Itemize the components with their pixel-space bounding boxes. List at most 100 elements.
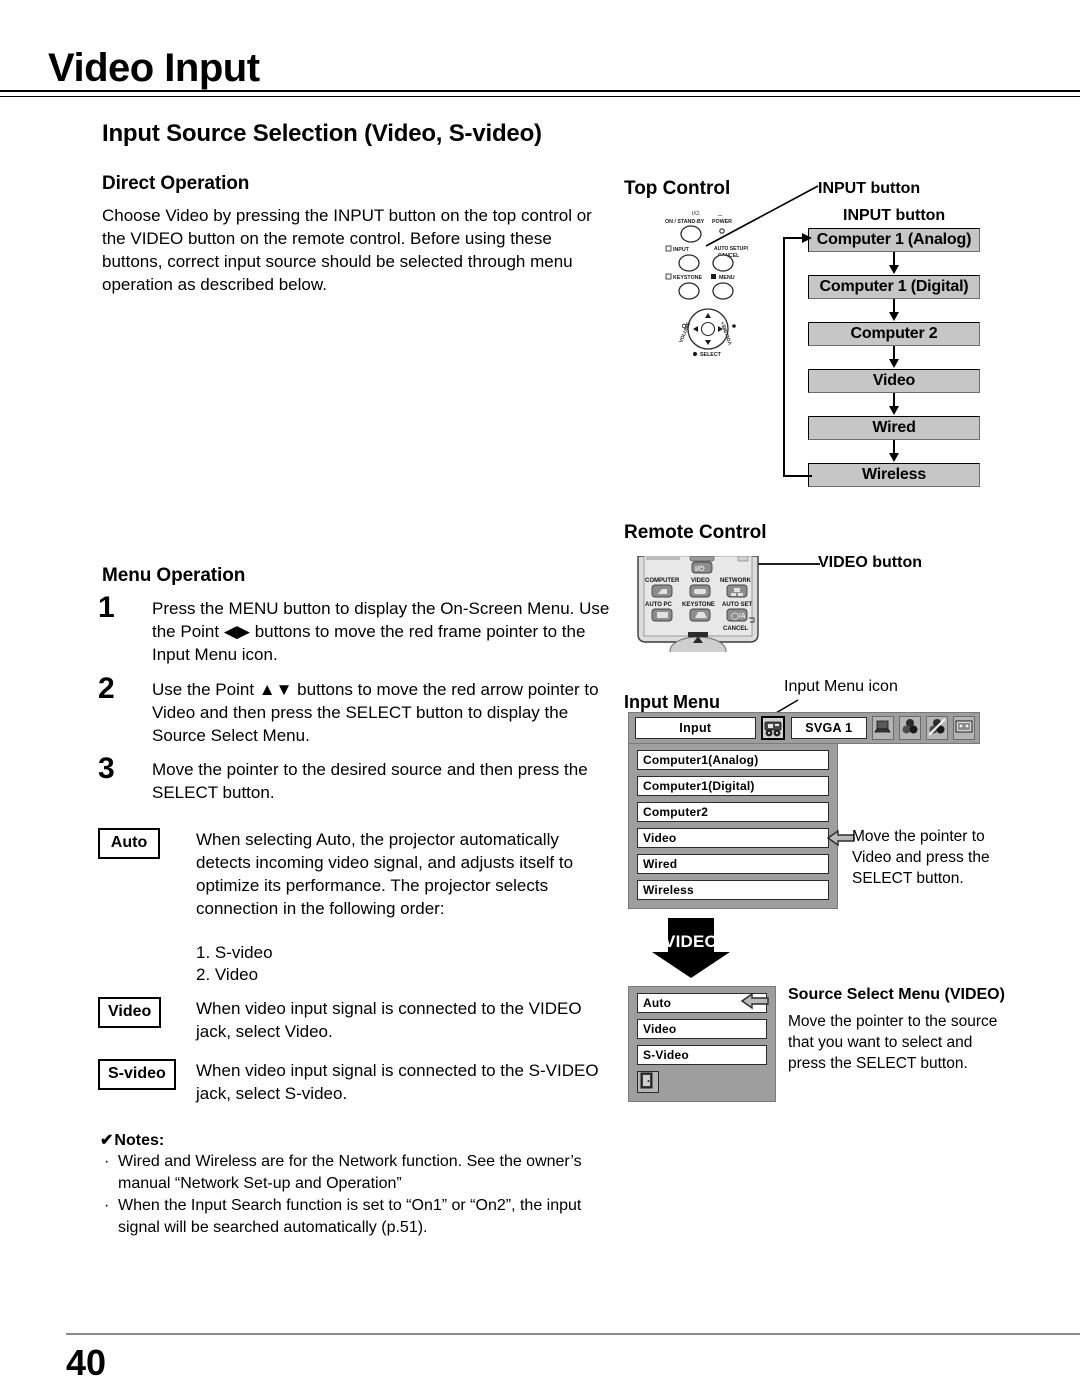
osd-source-item-wired[interactable]: Wired <box>637 854 829 874</box>
menu-operation-heading: Menu Operation <box>102 565 246 586</box>
flow-step-wireless: Wireless <box>808 463 980 487</box>
computer-icon[interactable] <box>872 716 894 740</box>
svg-text:AUTO SET: AUTO SET <box>722 602 753 608</box>
definition-tag-auto: Auto <box>98 828 160 859</box>
header-rule-secondary <box>0 96 1080 97</box>
top-control-svg: I/⏻ _ ON / STAND-BY POWER INPUT AUTO SET… <box>665 209 749 358</box>
color-adjust-icon[interactable] <box>899 716 921 740</box>
flow-connector <box>808 252 984 275</box>
svg-text:ON / STAND-BY: ON / STAND-BY <box>665 219 705 225</box>
source-select-title: Source Select Menu (VIDEO) <box>788 986 1005 1003</box>
osd-menu-bar[interactable]: Input SVGA 1 <box>628 712 980 744</box>
note-text: Wired and Wireless are for the Network f… <box>118 1153 582 1192</box>
svg-text:POWER: POWER <box>712 219 732 225</box>
osd-source-item-wireless[interactable]: Wireless <box>637 880 829 900</box>
bullet-icon: · <box>104 1153 110 1170</box>
definition-text-auto: When selecting Auto, the projector autom… <box>196 830 574 918</box>
quit-door-icon[interactable] <box>637 1071 659 1093</box>
definition-auto: Auto When selecting Auto, the projector … <box>98 828 610 986</box>
svg-text:NETWORK: NETWORK <box>720 578 752 584</box>
down-arrow-icon <box>889 252 899 274</box>
svg-text:I/⏻: I/⏻ <box>695 565 705 573</box>
source-select-body: Move the pointer to the source that you … <box>788 1013 998 1072</box>
step-number: 1 <box>98 591 115 624</box>
flow-step-computer1-analog: Computer 1 (Analog) <box>808 228 980 252</box>
definition-text-video: When video input signal is connected to … <box>196 999 582 1041</box>
header-rule-primary <box>0 90 1080 92</box>
down-arrow-icon <box>889 393 899 415</box>
input-cycle-flow-chart: Computer 1 (Analog) Computer 1 (Digital)… <box>808 228 984 487</box>
flow-connector <box>808 393 984 416</box>
notes-title: ✔Notes: <box>100 1130 600 1150</box>
remote-control-artwork: I/⏻ COMPUTER VIDEO NETWORK AUTO PC KEYST… <box>632 555 774 666</box>
step-text: Use the Point ▲▼ buttons to move the red… <box>152 680 599 745</box>
menu-step-1: 1 Press the MENU button to display the O… <box>98 591 610 666</box>
svg-text:CANCEL: CANCEL <box>723 626 748 632</box>
flow-connector <box>808 346 984 369</box>
svg-text:AUTO PC: AUTO PC <box>645 602 673 608</box>
top-control-artwork: I/⏻ _ ON / STAND-BY POWER INPUT AUTO SET… <box>662 206 780 358</box>
video-arrow-label: VIDEO <box>664 932 718 951</box>
remote-control-svg: I/⏻ COMPUTER VIDEO NETWORK AUTO PC KEYST… <box>637 555 759 666</box>
svg-text:MENU: MENU <box>719 275 735 281</box>
note-item: · When the Input Search function is set … <box>100 1195 600 1238</box>
osd-source-item-video[interactable]: Video <box>637 828 829 848</box>
sound-mute-glyph <box>928 718 946 736</box>
input-source-icon[interactable] <box>760 716 785 740</box>
flow-connector <box>808 440 984 463</box>
down-arrow-icon <box>889 299 899 321</box>
section-heading: Input Source Selection (Video, S-video) <box>102 120 542 147</box>
menu-step-3: 3 Move the pointer to the desired source… <box>98 752 610 804</box>
input-menu-heading: Input Menu <box>624 692 720 712</box>
svg-text:AUTO SETUP/: AUTO SETUP/ <box>714 246 749 252</box>
flow-loopback-arrow <box>783 233 812 477</box>
svg-text:_: _ <box>717 209 722 216</box>
auto-order-item: 2. Video <box>196 965 259 984</box>
video-down-arrow: VIDEO <box>648 918 734 980</box>
sound-mute-icon[interactable] <box>926 716 948 740</box>
flow-step-computer2: Computer 2 <box>808 322 980 346</box>
footer-rule <box>66 1333 1080 1335</box>
osd-input-source-list[interactable]: Computer1(Analog) Computer1(Digital) Com… <box>628 744 838 909</box>
osd-signal-label: SVGA 1 <box>790 717 867 739</box>
down-arrow-icon <box>889 346 899 368</box>
definition-tag-video: Video <box>98 997 162 1028</box>
definition-tag-svideo: S-video <box>98 1059 176 1090</box>
note-text: When the Input Search function is set to… <box>118 1197 582 1236</box>
definition-text-svideo: When video input signal is connected to … <box>196 1061 599 1103</box>
page-title: Video Input <box>48 46 260 90</box>
osd-source-item-computer2[interactable]: Computer2 <box>637 802 829 822</box>
quit-door-glyph <box>640 1072 653 1089</box>
osd-video-instruction: Move the pointer to Video and press the … <box>852 828 990 887</box>
menu-step-2: 2 Use the Point ▲▼ buttons to move the r… <box>98 672 610 747</box>
notes-title-label: Notes: <box>114 1132 165 1149</box>
color-balls-glyph <box>902 719 918 734</box>
remote-control-heading: Remote Control <box>624 522 767 543</box>
svg-text:VIDEO: VIDEO <box>691 578 710 584</box>
pointer-arrow-auto <box>740 992 769 1010</box>
page-number: 40 <box>66 1342 107 1383</box>
osd-source-item-computer1-digital[interactable]: Computer1(Digital) <box>637 776 829 796</box>
down-arrow-icon <box>889 440 899 462</box>
screen-icon[interactable] <box>953 716 975 740</box>
flow-step-computer1-digital: Computer 1 (Digital) <box>808 275 980 299</box>
svg-text:COMPUTER: COMPUTER <box>645 578 680 584</box>
osd-source-option-svideo[interactable]: S-Video <box>637 1045 767 1065</box>
auto-order-item: 1. S-video <box>196 943 273 962</box>
step-number: 3 <box>98 752 115 785</box>
callout-video-button: VIDEO button <box>818 554 922 571</box>
direct-operation-body: Choose Video by pressing the INPUT butto… <box>102 206 592 294</box>
osd-source-option-video[interactable]: Video <box>637 1019 767 1039</box>
step-text: Press the MENU button to display the On-… <box>152 599 610 664</box>
screen-glyph <box>955 720 973 733</box>
step-number: 2 <box>98 672 115 705</box>
flow-chart-heading: INPUT button <box>843 207 946 224</box>
flow-step-wired: Wired <box>808 416 980 440</box>
osd-source-item-computer1-analog[interactable]: Computer1(Analog) <box>637 750 829 770</box>
note-item: · Wired and Wireless are for the Network… <box>100 1151 600 1194</box>
osd-input-label: Input <box>635 717 756 739</box>
svg-text:KEYSTONE: KEYSTONE <box>673 275 703 281</box>
callout-input-menu-icon: Input Menu icon <box>784 678 898 695</box>
svg-text:INPUT: INPUT <box>673 247 690 253</box>
svg-text:◯/A: ◯/A <box>731 612 746 620</box>
